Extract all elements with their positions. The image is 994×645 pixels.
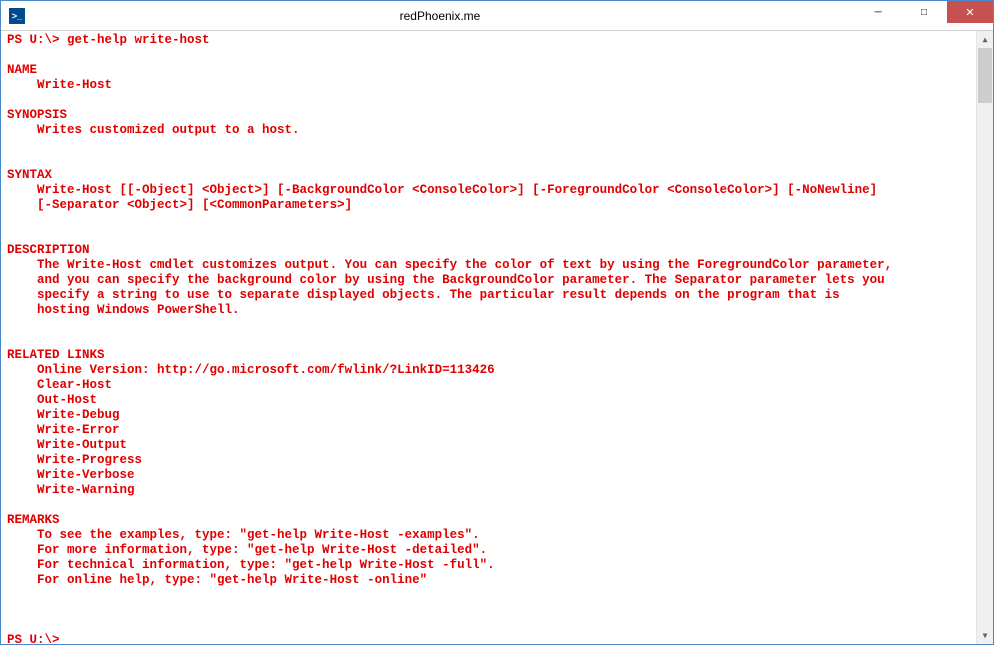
section-header-remarks: REMARKS bbox=[7, 513, 60, 527]
powershell-icon: >_ bbox=[9, 8, 25, 24]
section-header-synopsis: SYNOPSIS bbox=[7, 108, 67, 122]
section-header-related: RELATED LINKS bbox=[7, 348, 105, 362]
section-value-remarks: To see the examples, type: "get-help Wri… bbox=[7, 528, 495, 587]
section-header-name: NAME bbox=[7, 63, 37, 77]
prompt: PS U:\> bbox=[7, 33, 67, 47]
prompt: PS U:\> bbox=[7, 633, 60, 644]
typed-command: get-help write-host bbox=[67, 33, 210, 47]
icon-glyph: >_ bbox=[12, 11, 22, 21]
console-output[interactable]: PS U:\> get-help write-host NAME Write-H… bbox=[1, 31, 976, 644]
section-value-name: Write-Host bbox=[7, 78, 112, 92]
section-value-syntax: Write-Host [[-Object] <Object>] [-Backgr… bbox=[7, 183, 877, 212]
vertical-scrollbar[interactable]: ▲ ▼ bbox=[976, 31, 993, 644]
window-controls: ─ □ ✕ bbox=[855, 1, 993, 30]
section-value-related: Online Version: http://go.microsoft.com/… bbox=[7, 363, 495, 497]
section-header-description: DESCRIPTION bbox=[7, 243, 90, 257]
scrollbar-thumb[interactable] bbox=[978, 48, 992, 103]
console-area: PS U:\> get-help write-host NAME Write-H… bbox=[1, 31, 993, 644]
titlebar[interactable]: >_ redPhoenix.me ─ □ ✕ bbox=[1, 1, 993, 31]
section-header-syntax: SYNTAX bbox=[7, 168, 52, 182]
maximize-button[interactable]: □ bbox=[901, 1, 947, 23]
close-button[interactable]: ✕ bbox=[947, 1, 993, 23]
scroll-down-icon[interactable]: ▼ bbox=[977, 627, 993, 644]
window-title: redPhoenix.me bbox=[25, 9, 855, 23]
section-value-synopsis: Writes customized output to a host. bbox=[7, 123, 300, 137]
section-value-description: The Write-Host cmdlet customizes output.… bbox=[7, 258, 892, 317]
scroll-up-icon[interactable]: ▲ bbox=[977, 31, 993, 48]
minimize-button[interactable]: ─ bbox=[855, 1, 901, 23]
